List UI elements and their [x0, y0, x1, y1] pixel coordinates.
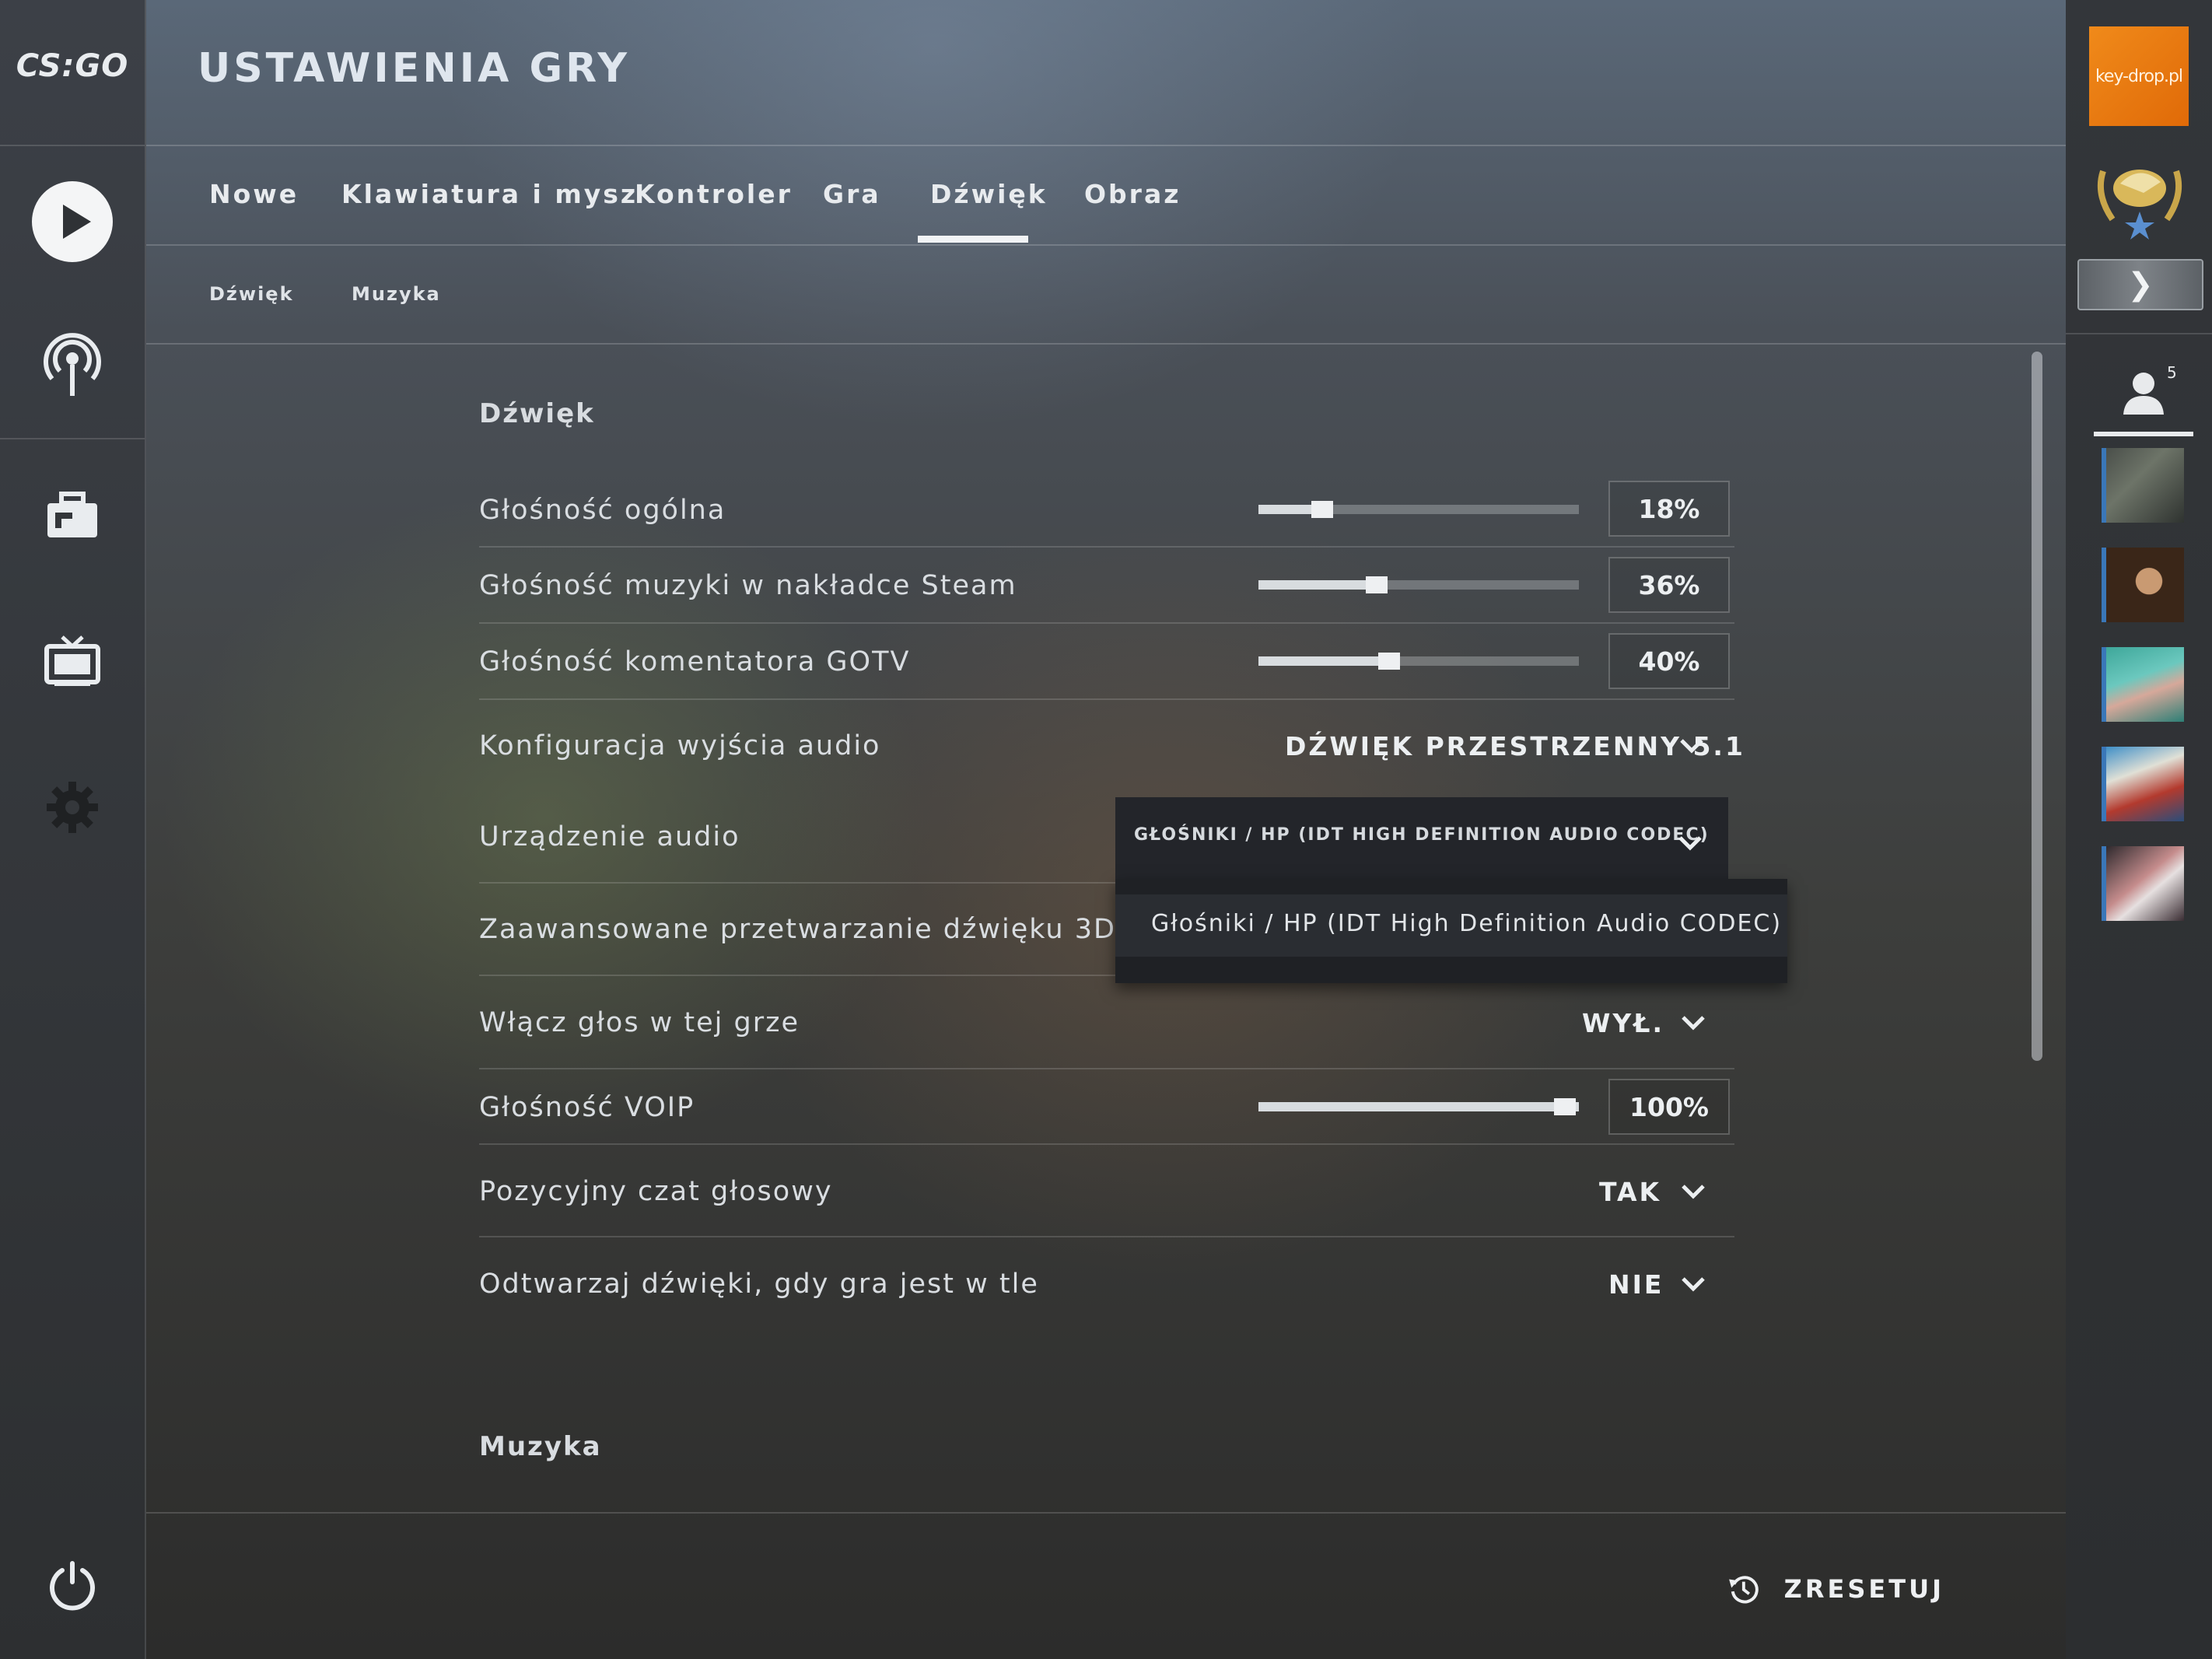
master-volume-slider[interactable]: [1258, 501, 1579, 518]
broadcast-icon: [44, 333, 101, 396]
chevron-down-icon[interactable]: [1680, 1183, 1706, 1200]
positional-voice-dropdown[interactable]: TAK: [1599, 1177, 1661, 1207]
tab-video[interactable]: Obraz: [1084, 179, 1181, 209]
power-button[interactable]: [22, 1535, 123, 1636]
settings-button[interactable]: [22, 757, 123, 858]
friend-avatar[interactable]: [2102, 747, 2184, 821]
user-icon: [2123, 373, 2164, 415]
page-title: USTAWIENIA GRY: [198, 45, 630, 92]
row-label: Włącz głos w tej grze: [479, 1007, 800, 1038]
row-label: Odtwarzaj dźwięki, gdy gra jest w tle: [479, 1269, 1039, 1300]
steam-music-volume-slider[interactable]: [1258, 576, 1579, 593]
master-volume-value[interactable]: 18%: [1608, 481, 1730, 537]
slider-thumb[interactable]: [1378, 653, 1400, 670]
audio-device-option-label: Głośniki / HP (IDT High Definition Audio…: [1151, 910, 1783, 937]
slider-fill: [1258, 505, 1317, 514]
inventory-button[interactable]: [22, 465, 123, 566]
tab-game[interactable]: Gra: [823, 179, 881, 209]
content-scrollbar[interactable]: [2032, 352, 2042, 1061]
play-button[interactable]: [22, 171, 123, 272]
power-icon: [50, 1561, 95, 1611]
row-label: Zaawansowane przetwarzanie dźwięku 3D: [479, 914, 1116, 945]
slider-thumb[interactable]: [1554, 1098, 1576, 1115]
row-divider: [479, 698, 1734, 700]
row-label: Pozycyjny czat głosowy: [479, 1176, 833, 1207]
chevron-down-icon: [1678, 836, 1702, 851]
left-sidebar: CS:GO: [0, 0, 146, 1659]
subtabs-divider: [146, 343, 2066, 345]
tabs-divider: [146, 244, 2066, 246]
inventory-icon: [47, 492, 97, 537]
gotv-caster-volume-value[interactable]: 40%: [1608, 633, 1730, 689]
audio-device-menu: Głośniki / HP (IDT High Definition Audio…: [1115, 879, 1787, 983]
row-divider: [479, 1068, 1734, 1069]
row-label: Urządzenie audio: [479, 821, 740, 852]
tab-nowe[interactable]: Nowe: [209, 179, 299, 209]
right-sidebar: key-drop.pl ❯ 5: [2066, 0, 2212, 1659]
chevron-down-icon[interactable]: [1680, 1276, 1706, 1293]
slider-thumb[interactable]: [1311, 501, 1333, 518]
tab-keyboard-mouse[interactable]: Klawiatura i mysz: [341, 179, 638, 209]
friend-avatar[interactable]: [2102, 647, 2184, 722]
subtab-sound[interactable]: Dźwięk: [209, 283, 294, 305]
friend-avatar[interactable]: [2102, 846, 2184, 921]
section-title-music: Muzyka: [479, 1431, 602, 1462]
row-label: Głośność VOIP: [479, 1092, 695, 1123]
broadcast-button[interactable]: [22, 315, 123, 416]
chevron-down-icon[interactable]: [1680, 1014, 1706, 1031]
sidebar-divider: [0, 438, 145, 439]
watch-button[interactable]: [22, 611, 123, 712]
friend-avatar[interactable]: [2102, 448, 2184, 523]
row-label: Głośność ogólna: [479, 495, 726, 526]
chevron-right-icon: ❯: [2127, 267, 2154, 303]
row-label: Głośność muzyki w nakładce Steam: [479, 570, 1017, 601]
subtab-music[interactable]: Muzyka: [352, 283, 441, 305]
row-label: Głośność komentatora GOTV: [479, 646, 911, 677]
row-divider: [479, 622, 1734, 624]
sidebar-divider: [0, 145, 145, 146]
row-divider: [479, 1143, 1734, 1145]
active-tab-indicator: [918, 236, 1028, 243]
audio-output-config-dropdown[interactable]: DŹWIĘK PRZESTRZENNY 5.1: [1285, 731, 1745, 761]
header-divider: [146, 145, 2066, 146]
audio-device-option[interactable]: Głośniki / HP (IDT High Definition Audio…: [1115, 894, 1787, 957]
footer-divider: [146, 1512, 2066, 1514]
sponsor-badge[interactable]: key-drop.pl: [2089, 26, 2189, 126]
reset-label: ZRESETUJ: [1783, 1574, 1944, 1604]
voip-volume-value[interactable]: 100%: [1608, 1079, 1730, 1135]
settings-icon: [47, 782, 98, 833]
audio-device-value: GŁOŚNIKI / HP (IDT HIGH DEFINITION AUDIO…: [1134, 825, 1710, 845]
section-title-sound: Dźwięk: [479, 398, 595, 429]
friend-avatar[interactable]: [2102, 548, 2184, 622]
slider-thumb[interactable]: [1366, 576, 1388, 593]
slider-fill: [1258, 580, 1374, 590]
play-icon: [32, 181, 113, 262]
slider-fill: [1258, 656, 1387, 666]
sidebar-divider: [2066, 333, 2212, 334]
steam-music-volume-value[interactable]: 36%: [1608, 557, 1730, 613]
tab-controller[interactable]: Kontroler: [635, 179, 793, 209]
chevron-down-icon[interactable]: [1678, 737, 1705, 754]
csgo-logo[interactable]: CS:GO: [0, 48, 145, 84]
voice-enable-dropdown[interactable]: WYŁ.: [1582, 1008, 1664, 1038]
friends-tab[interactable]: 5: [2094, 354, 2193, 436]
reset-history-icon: [1729, 1576, 1759, 1604]
reset-button[interactable]: ZRESETUJ: [1727, 1563, 1944, 1615]
friends-count: 5: [2167, 363, 2177, 382]
gotv-caster-volume-slider[interactable]: [1258, 653, 1579, 670]
settings-screen: CS:GO USTAWIENIA GRY Nowe Klawiatura i m…: [0, 0, 2212, 1659]
audio-device-dropdown[interactable]: GŁOŚNIKI / HP (IDT HIGH DEFINITION AUDIO…: [1115, 797, 1728, 889]
tab-sound[interactable]: Dźwięk: [930, 179, 1048, 209]
watch-icon: [44, 635, 100, 686]
slider-fill: [1258, 1102, 1579, 1111]
row-divider: [479, 546, 1734, 548]
row-divider: [479, 1236, 1734, 1237]
rank-emblem-icon[interactable]: [2089, 148, 2190, 241]
sponsor-text: key-drop.pl: [2095, 66, 2183, 86]
rank-progress-button[interactable]: ❯: [2077, 259, 2203, 310]
voip-volume-slider[interactable]: [1258, 1098, 1579, 1115]
row-label: Konfiguracja wyjścia audio: [479, 730, 881, 761]
background-sound-dropdown[interactable]: NIE: [1608, 1269, 1664, 1300]
